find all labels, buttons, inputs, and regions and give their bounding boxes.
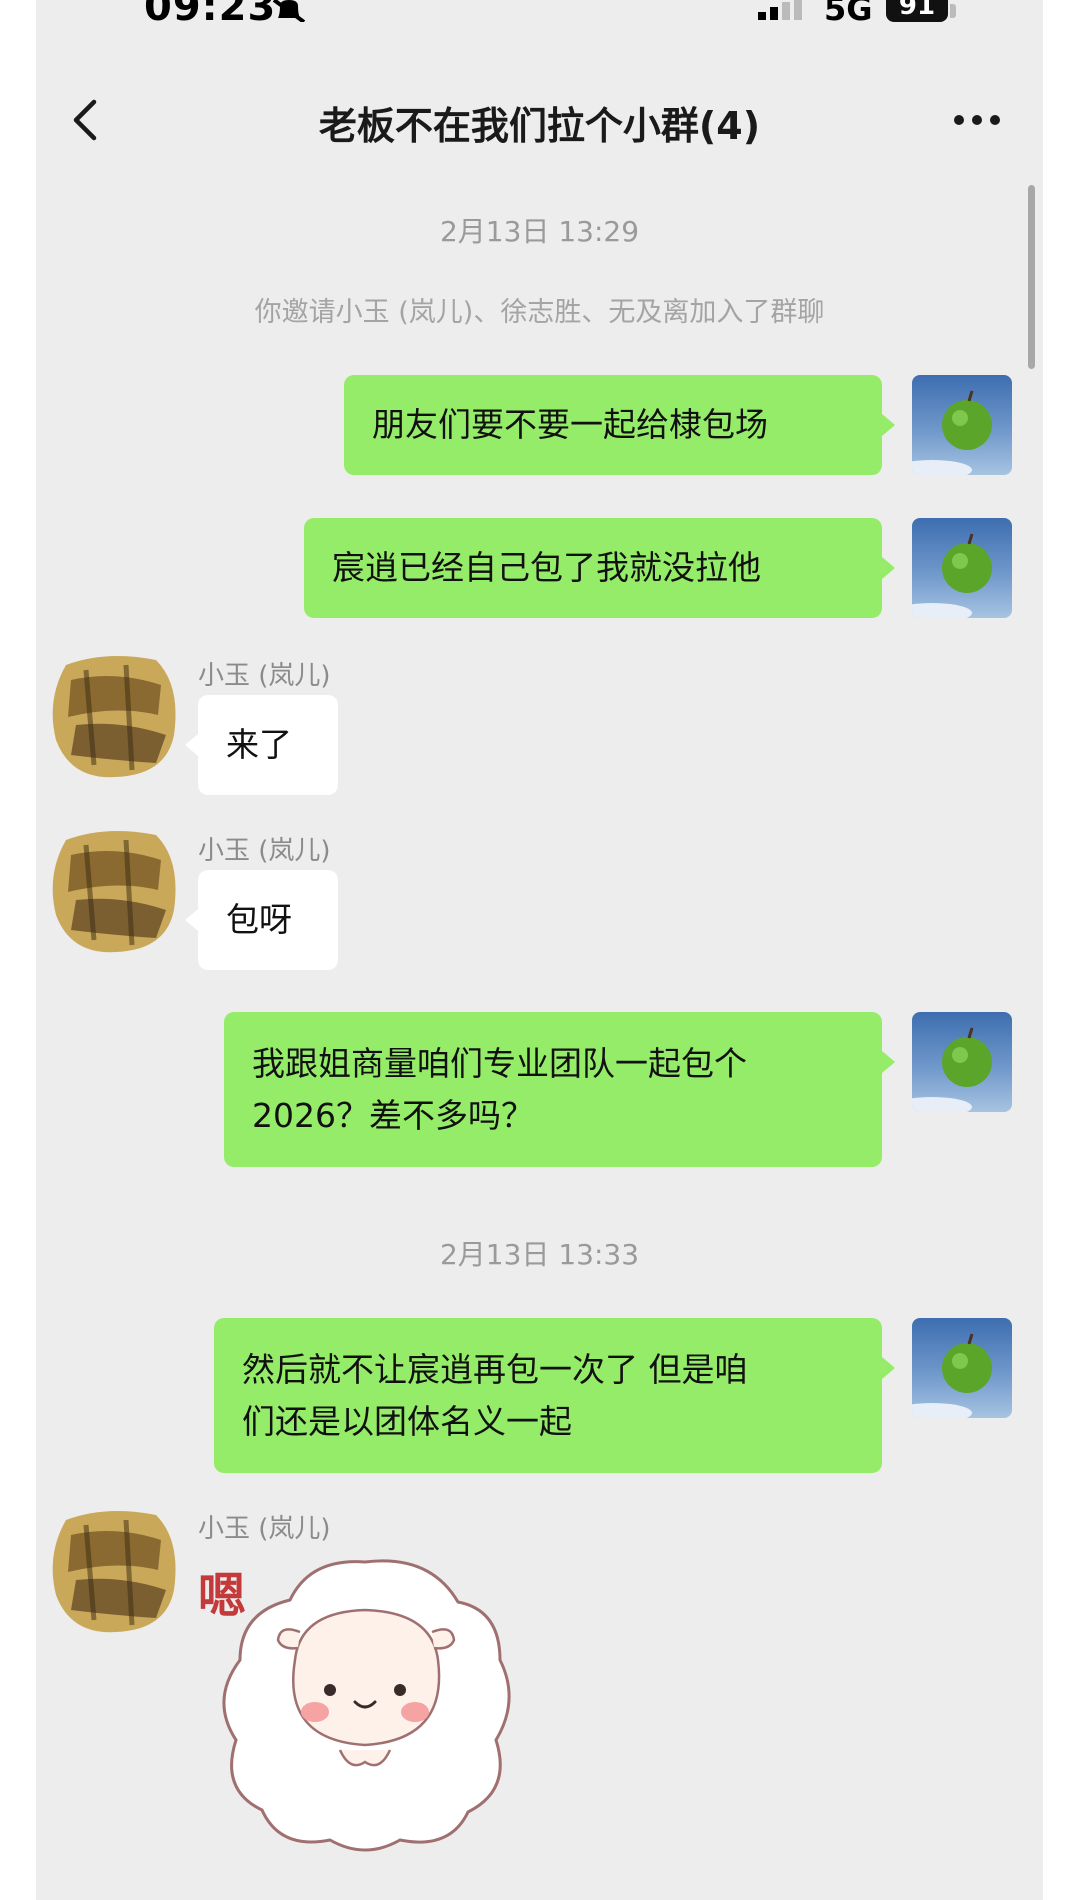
blurred-avatar-image bbox=[52, 656, 176, 778]
message-text: 包呀 bbox=[226, 900, 292, 939]
battery-indicator: 91 bbox=[886, 0, 948, 22]
avatar[interactable] bbox=[46, 1500, 186, 1640]
avatar[interactable] bbox=[46, 645, 186, 785]
sender-name: 小玉 (岚儿) bbox=[198, 661, 331, 691]
incoming-message[interactable]: 来了 bbox=[198, 695, 338, 795]
avatar[interactable] bbox=[912, 1012, 1012, 1112]
bell-slash-icon bbox=[272, 0, 306, 22]
message-text: 宸逍已经自己包了我就没拉他 bbox=[332, 548, 761, 587]
outgoing-message[interactable]: 朋友们要不要一起给棣包场 bbox=[344, 375, 882, 475]
message-text-line: 然后就不让宸逍再包一次了 但是咱 bbox=[242, 1349, 748, 1389]
signal-icon bbox=[758, 0, 802, 20]
chat-title: 老板不在我们拉个小群(4) bbox=[318, 104, 761, 148]
network-label: 5G bbox=[824, 0, 873, 28]
outgoing-message[interactable]: 我跟姐商量咱们专业团队一起包个 2026？差不多吗？ bbox=[224, 1012, 882, 1167]
outgoing-message[interactable]: 宸逍已经自己包了我就没拉他 bbox=[304, 518, 882, 618]
message-text-line: 2026？差不多吗？ bbox=[252, 1095, 534, 1135]
bubble-tail bbox=[882, 557, 895, 579]
chat-screen: 09:23 5G 91 老板不在我们拉个小群(4) 2月13日 13:29 你邀… bbox=[36, 0, 1043, 1900]
message-text-line: 我跟姐商量咱们专业团队一起包个 bbox=[252, 1043, 747, 1083]
bubble-tail bbox=[185, 734, 198, 756]
nav-bar: 老板不在我们拉个小群(4) bbox=[36, 70, 1043, 170]
avatar[interactable] bbox=[912, 1318, 1012, 1418]
incoming-message[interactable]: 包呀 bbox=[198, 870, 338, 970]
timestamp: 2月13日 13:33 bbox=[439, 1238, 640, 1271]
message-text: 来了 bbox=[226, 725, 292, 764]
blurred-avatar-image bbox=[52, 831, 176, 953]
avatar[interactable] bbox=[912, 518, 1012, 618]
status-bar: 09:23 5G 91 bbox=[36, 0, 1043, 30]
bubble-tail bbox=[882, 1357, 895, 1379]
more-icon[interactable] bbox=[952, 112, 1002, 128]
message-text: 朋友们要不要一起给棣包场 bbox=[372, 405, 768, 444]
sticker-text: 嗯 bbox=[200, 1568, 246, 1624]
bubble-tail bbox=[882, 1051, 895, 1073]
avatar[interactable] bbox=[46, 820, 186, 960]
message-text-line: 们还是以团体名义一起 bbox=[242, 1401, 572, 1441]
system-message: 你邀请小玉 (岚儿)、徐志胜、无及离加入了群聊 bbox=[254, 297, 825, 328]
timestamp: 2月13日 13:29 bbox=[439, 215, 640, 248]
apple-icon bbox=[912, 1333, 992, 1418]
sheep-sticker[interactable]: 嗯 bbox=[200, 1540, 530, 1860]
outgoing-message[interactable]: 然后就不让宸逍再包一次了 但是咱 们还是以团体名义一起 bbox=[214, 1318, 882, 1473]
apple-icon bbox=[912, 1027, 992, 1112]
bubble-tail bbox=[185, 909, 198, 931]
apple-icon bbox=[912, 390, 992, 475]
bubble-tail bbox=[882, 414, 895, 436]
sender-name: 小玉 (岚儿) bbox=[198, 836, 331, 866]
avatar[interactable] bbox=[912, 375, 1012, 475]
apple-icon bbox=[912, 533, 992, 618]
battery-nub bbox=[950, 4, 956, 18]
blurred-avatar-image bbox=[52, 1511, 176, 1633]
status-time: 09:23 bbox=[144, 0, 277, 30]
